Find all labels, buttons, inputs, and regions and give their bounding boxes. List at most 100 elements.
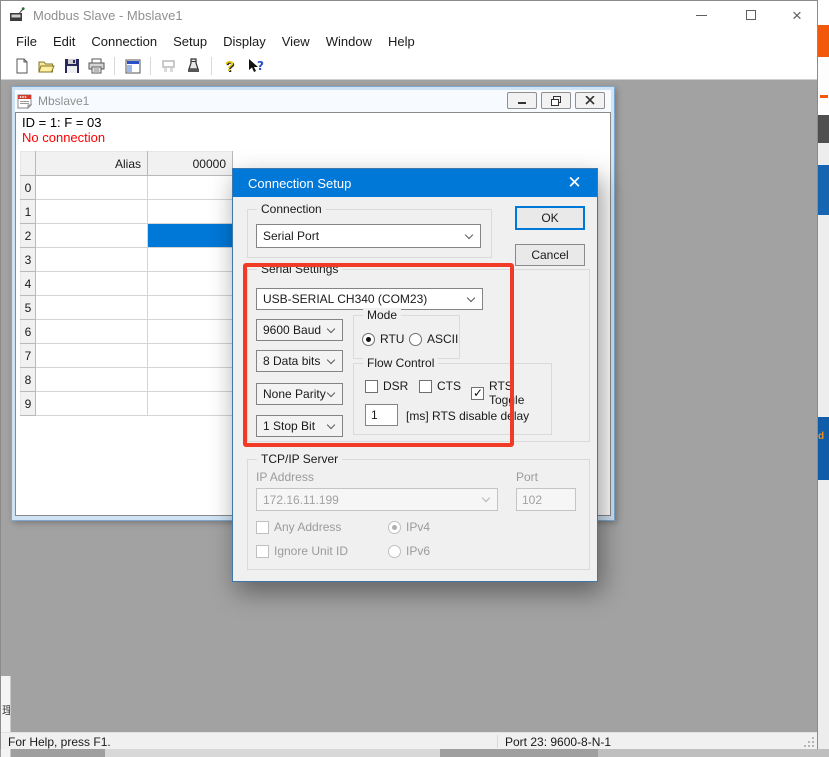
any-address-checkbox[interactable] xyxy=(256,521,269,534)
ascii-radio-icon[interactable] xyxy=(409,333,422,346)
display-setup-button[interactable] xyxy=(120,54,145,78)
grid-row: 6 xyxy=(21,320,233,344)
cts-checkbox-option[interactable]: CTS xyxy=(419,379,461,393)
cts-checkbox[interactable] xyxy=(419,380,432,393)
help-button[interactable]: ? xyxy=(217,54,242,78)
grid-cell[interactable] xyxy=(36,392,148,416)
cancel-button[interactable]: Cancel xyxy=(515,244,585,266)
context-help-button[interactable]: ? xyxy=(242,54,267,78)
menu-file[interactable]: File xyxy=(8,31,45,52)
grid-cell[interactable] xyxy=(148,344,233,368)
grid-alias-header[interactable]: Alias xyxy=(36,152,148,176)
window-title: Modbus Slave - Mbslave1 xyxy=(33,8,183,23)
menu-window[interactable]: Window xyxy=(318,31,380,52)
row-header[interactable]: 7 xyxy=(21,344,36,368)
ascii-radio-option[interactable]: ASCII xyxy=(409,332,458,346)
row-header[interactable]: 3 xyxy=(21,248,36,272)
ignore-unit-id-checkbox[interactable] xyxy=(256,545,269,558)
menu-edit[interactable]: Edit xyxy=(45,31,83,52)
stop-bits-combobox[interactable]: 1 Stop Bit xyxy=(256,415,343,437)
row-header[interactable]: 9 xyxy=(21,392,36,416)
grid-value-header[interactable]: 00000 xyxy=(148,152,233,176)
rts-delay-input[interactable]: 1 xyxy=(365,404,398,426)
title-bar[interactable]: Modbus Slave - Mbslave1 × xyxy=(1,1,817,29)
rtu-radio-icon[interactable] xyxy=(362,333,375,346)
menu-connection[interactable]: Connection xyxy=(83,31,165,52)
any-address-checkbox-option[interactable]: Any Address xyxy=(256,520,341,534)
ip-address-combobox[interactable]: 172.16.11.199 xyxy=(256,488,498,511)
grid-cell[interactable] xyxy=(36,176,148,200)
row-header[interactable]: 2 xyxy=(21,224,36,248)
grid-cell-selected[interactable] xyxy=(148,224,233,248)
resize-grip[interactable] xyxy=(804,737,814,747)
row-header[interactable]: 0 xyxy=(21,176,36,200)
dialog-close-button[interactable]: ✕ xyxy=(552,169,597,197)
dialog-title-bar[interactable]: Connection Setup ✕ xyxy=(233,169,597,197)
parity-combobox[interactable]: None Parity xyxy=(256,383,343,405)
maximize-button[interactable] xyxy=(734,1,768,29)
child-minimize-button[interactable] xyxy=(507,92,537,109)
grid-cell[interactable] xyxy=(148,272,233,296)
child-restore-button[interactable] xyxy=(541,92,571,109)
child-window-title: Mbslave1 xyxy=(38,94,89,108)
print-button[interactable] xyxy=(84,54,109,78)
grid-cell[interactable] xyxy=(36,248,148,272)
menu-help[interactable]: Help xyxy=(380,31,423,52)
grid-cell[interactable] xyxy=(36,296,148,320)
new-file-icon xyxy=(14,58,30,74)
connection-type-combobox[interactable]: Serial Port xyxy=(256,224,481,248)
port-input[interactable]: 102 xyxy=(516,488,576,511)
grid-cell[interactable] xyxy=(36,344,148,368)
rtu-radio-option[interactable]: RTU xyxy=(362,332,404,346)
grid-cell[interactable] xyxy=(36,320,148,344)
save-button[interactable] xyxy=(59,54,84,78)
row-header[interactable]: 4 xyxy=(21,272,36,296)
flow-control-groupbox: Flow Control DSR CTS RTS Toggle 1 xyxy=(353,363,552,435)
grid-cell[interactable] xyxy=(148,248,233,272)
minimize-button[interactable] xyxy=(684,1,718,29)
menu-view[interactable]: View xyxy=(274,31,318,52)
screen: d Modbus Slave - Mbslave1 × File Edit Co… xyxy=(0,0,829,757)
grid-cell[interactable] xyxy=(148,200,233,224)
child-close-button[interactable] xyxy=(575,92,605,109)
grid-cell[interactable] xyxy=(148,368,233,392)
ipv6-radio-icon[interactable] xyxy=(388,545,401,558)
flow-control-label: Flow Control xyxy=(363,356,438,370)
grid-cell[interactable] xyxy=(148,392,233,416)
dsr-checkbox[interactable] xyxy=(365,380,378,393)
menu-setup[interactable]: Setup xyxy=(165,31,215,52)
grid-cell[interactable] xyxy=(148,320,233,344)
rts-toggle-checkbox[interactable] xyxy=(471,387,484,400)
row-header[interactable]: 6 xyxy=(21,320,36,344)
data-bits-combobox[interactable]: 8 Data bits xyxy=(256,350,343,372)
grid-corner-header[interactable] xyxy=(21,152,36,176)
baud-rate-combobox[interactable]: 9600 Baud xyxy=(256,319,343,341)
traffic-button-disabled[interactable] xyxy=(156,54,181,78)
grid-cell[interactable] xyxy=(36,200,148,224)
grid-row: 1 xyxy=(21,200,233,224)
dsr-checkbox-option[interactable]: DSR xyxy=(365,379,408,393)
row-header[interactable]: 8 xyxy=(21,368,36,392)
ipv4-radio-icon[interactable] xyxy=(388,521,401,534)
grid-cell[interactable] xyxy=(36,224,148,248)
grid-cell[interactable] xyxy=(36,368,148,392)
child-minimize-icon xyxy=(518,96,527,105)
row-header[interactable]: 1 xyxy=(21,200,36,224)
poll-definition-button[interactable] xyxy=(181,54,206,78)
rts-toggle-checkbox-option[interactable]: RTS Toggle xyxy=(471,379,551,407)
connection-group-label: Connection xyxy=(257,202,326,216)
open-file-button[interactable] xyxy=(34,54,59,78)
close-button[interactable]: × xyxy=(780,1,814,29)
ok-button[interactable]: OK xyxy=(515,206,585,230)
new-file-button[interactable] xyxy=(9,54,34,78)
serial-port-combobox[interactable]: USB-SERIAL CH340 (COM23) xyxy=(256,288,483,310)
ipv4-radio-option[interactable]: IPv4 xyxy=(388,520,430,534)
row-header[interactable]: 5 xyxy=(21,296,36,320)
grid-cell[interactable] xyxy=(36,272,148,296)
ipv6-radio-option[interactable]: IPv6 xyxy=(388,544,430,558)
child-title-bar[interactable]: Mbslave1 xyxy=(15,90,611,112)
grid-cell[interactable] xyxy=(148,176,233,200)
menu-display[interactable]: Display xyxy=(215,31,274,52)
grid-cell[interactable] xyxy=(148,296,233,320)
ignore-unit-id-checkbox-option[interactable]: Ignore Unit ID xyxy=(256,544,348,558)
